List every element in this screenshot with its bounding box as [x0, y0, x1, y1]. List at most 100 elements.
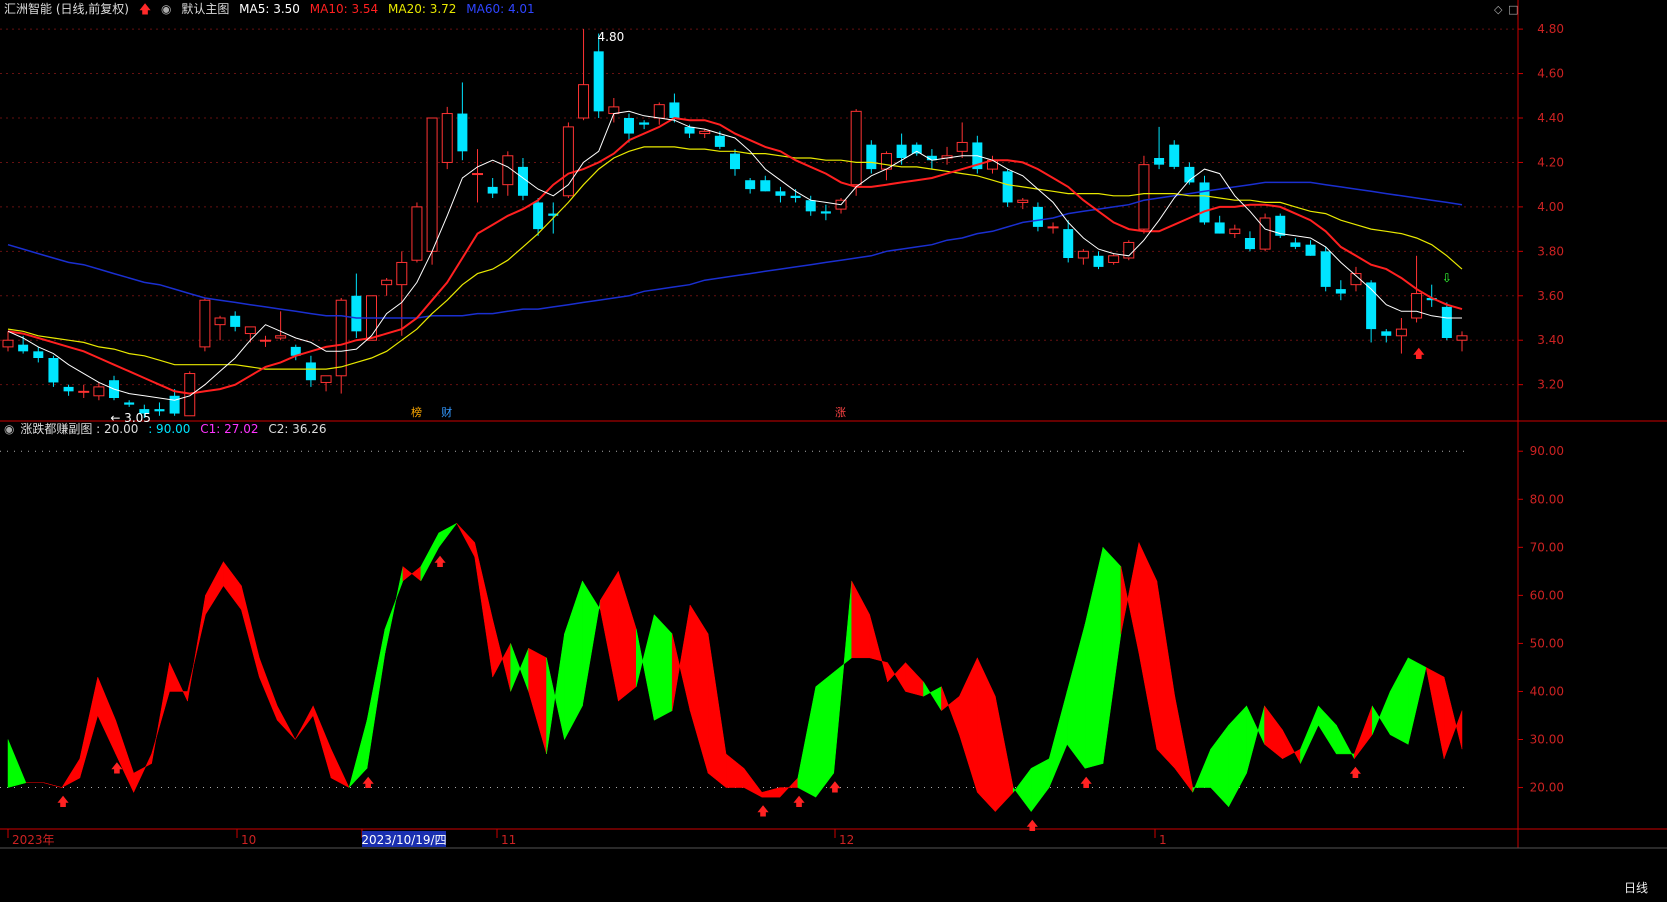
- ribbon-up-segment: [1425, 666, 1445, 759]
- candle-body-up: [578, 84, 590, 119]
- ribbon-up-segment: [1282, 729, 1301, 764]
- ribbon-up-segment: [1174, 696, 1193, 794]
- candle-body-up: [184, 373, 196, 417]
- restore-window-icon[interactable]: □: [1508, 3, 1518, 16]
- date-tick-label: 11: [501, 833, 516, 847]
- ribbon-up-segment: [492, 619, 511, 692]
- ribbon-down-segment: [582, 580, 601, 706]
- candle-body-up: [502, 155, 514, 186]
- ma20-label: MA20: 3.72: [388, 2, 457, 16]
- ribbon-down-segment: [1300, 705, 1319, 764]
- ribbon-up-segment: [743, 767, 763, 798]
- candle-body-down: [896, 144, 907, 158]
- candle-body-up: [411, 206, 423, 261]
- ribbon-up-segment: [887, 661, 906, 693]
- candle-body-up: [320, 375, 332, 383]
- crosshair-date-label: 2023/10/19/四: [361, 833, 446, 847]
- candle-body-up: [426, 117, 438, 252]
- candle-body-down: [487, 186, 498, 194]
- ribbon-up-segment: [169, 662, 188, 702]
- ribbon-up-segment: [241, 585, 260, 678]
- ribbon-up-segment: [995, 696, 1014, 813]
- ma10-label: MA10: 3.54: [309, 2, 379, 16]
- ribbon-up-segment: [223, 560, 242, 611]
- price-panel[interactable]: 3.20 3.40 3.60 3.80 4.00 4.20 4.40 4.60 4.80 20.0…: [0, 0, 1667, 902]
- osc-tick-label: 30.00: [1530, 733, 1564, 747]
- ribbon-up-segment: [294, 705, 314, 740]
- candle-body-down: [154, 409, 165, 412]
- candle-body-down: [1199, 182, 1210, 223]
- ma5-label: MA5: 3.50: [239, 2, 300, 16]
- ribbon-up-segment: [869, 614, 888, 682]
- ribbon-up-segment: [115, 720, 134, 793]
- candle-body-down: [1093, 255, 1104, 267]
- candle-body-down: [230, 315, 241, 327]
- diamond-icon[interactable]: ◇: [1494, 3, 1502, 16]
- candle-body-down: [1169, 144, 1180, 167]
- ribbon-down-segment: [546, 633, 565, 754]
- template-label[interactable]: 默认主图: [181, 2, 229, 16]
- sub-settings-icon[interactable]: ◉: [4, 422, 14, 436]
- price-tick-label: 3.60: [1537, 289, 1564, 303]
- candle-body-up: [93, 386, 105, 397]
- candle-body-up: [2, 339, 14, 348]
- stock-title[interactable]: 汇洲智能 (日线,前复权): [4, 2, 129, 16]
- ribbon-up-segment: [618, 571, 637, 702]
- candle-body-down: [1441, 306, 1452, 338]
- price-tick-label: 4.20: [1537, 155, 1564, 169]
- candle-body-up: [1077, 250, 1089, 259]
- price-tick-label: 4.60: [1537, 67, 1564, 81]
- settings-circle-icon[interactable]: ◉: [161, 2, 171, 16]
- high-price-annotation: 4.80: [598, 30, 625, 44]
- candle-body-down: [533, 202, 544, 230]
- ribbon-down-segment: [1371, 691, 1391, 736]
- ribbon-down-segment: [1336, 724, 1355, 759]
- candle-body-up: [1229, 228, 1241, 235]
- ribbon-down-segment: [1246, 705, 1265, 774]
- ribbon-up-segment: [79, 676, 99, 779]
- candle-body-down: [517, 166, 528, 196]
- event-marker: 涨: [835, 406, 846, 419]
- param-low: : 20.00: [96, 422, 139, 436]
- osc-buy-arrow: 🡅: [1080, 775, 1092, 789]
- ribbon-up-segment: [959, 657, 978, 793]
- indicator-name[interactable]: 涨跌都赚副图: [20, 422, 92, 436]
- kline-chart-window: 3.20 3.40 3.60 3.80 4.00 4.20 4.40 4.60 4.80 20.0…: [0, 0, 1667, 902]
- candle-body-up: [1017, 199, 1029, 203]
- ribbon-up-segment: [205, 561, 224, 616]
- event-marker: 榜: [411, 405, 422, 419]
- candle-body-down: [1214, 222, 1225, 234]
- ribbon-up-segment: [474, 542, 493, 678]
- candle-body-down: [820, 211, 831, 214]
- event-marker: 财: [441, 405, 452, 419]
- ribbon-up-segment: [1156, 580, 1176, 769]
- period-tab-daily[interactable]: 日线: [1612, 878, 1660, 898]
- osc-buy-arrow: 🡅: [434, 554, 446, 568]
- candle-body-down: [305, 362, 316, 381]
- ribbon-down-segment: [815, 671, 834, 798]
- ribbon-up-segment: [600, 570, 619, 702]
- candle-body-down: [730, 153, 740, 170]
- candle-body-up: [472, 173, 484, 176]
- c1-label: C1: 27.02: [200, 422, 259, 436]
- ribbon-down-segment: [653, 613, 673, 721]
- ma60-label: MA60: 4.01: [466, 2, 535, 16]
- ribbon-down-segment: [833, 580, 852, 774]
- candle-body-up: [275, 335, 287, 339]
- candle-body-down: [1032, 206, 1043, 227]
- candle-body-down: [790, 195, 801, 198]
- candle-body-up: [1047, 226, 1059, 229]
- ribbon-down-segment: [1407, 657, 1427, 745]
- date-tick-label: 12: [839, 833, 854, 847]
- osc-buy-arrow: 🡅: [362, 775, 374, 789]
- candle-body-down: [1154, 158, 1165, 165]
- candle-body-down: [1063, 229, 1074, 258]
- ribbon-down-segment: [7, 739, 27, 788]
- ribbon-up-segment: [456, 523, 475, 558]
- price-tick-label: 3.80: [1537, 244, 1564, 258]
- candle-body-down: [18, 344, 29, 352]
- osc-tick-label: 70.00: [1530, 540, 1564, 554]
- candle-body-up: [199, 299, 211, 348]
- candle-body-down: [623, 118, 634, 134]
- date-tick-label: 10: [241, 833, 256, 847]
